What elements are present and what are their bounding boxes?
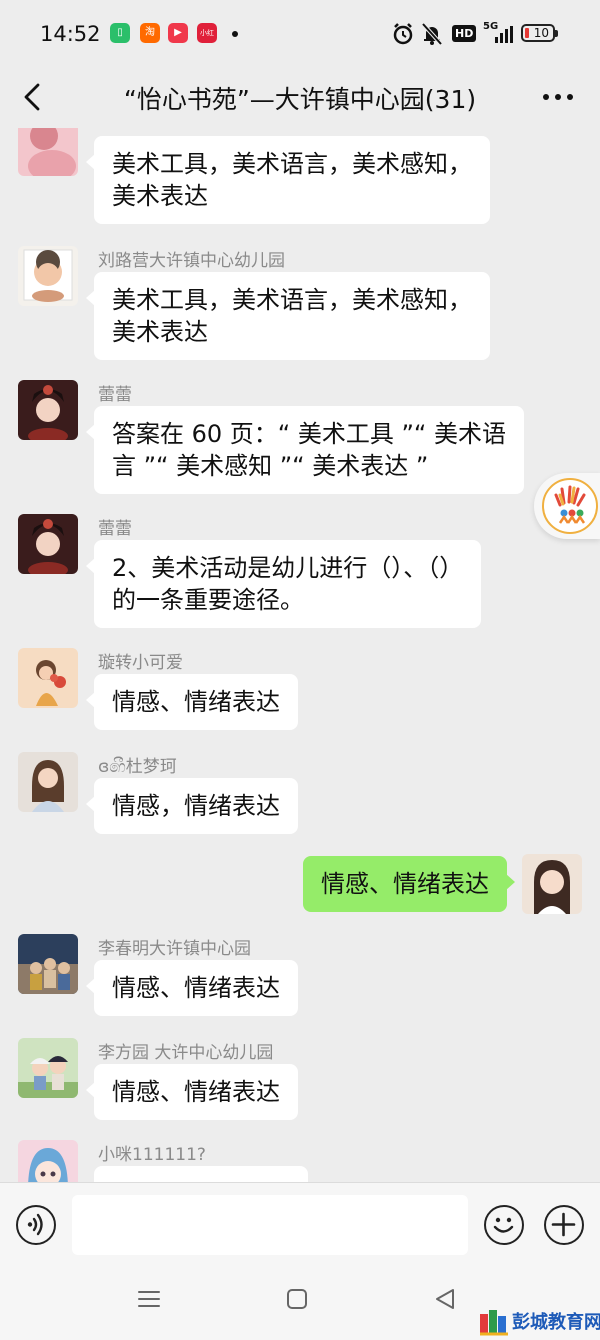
sender-name: 小咪111111? <box>98 1145 206 1165</box>
kindergarten-logo-icon <box>542 478 598 534</box>
voice-input-button[interactable] <box>16 1205 56 1245</box>
avatar[interactable] <box>18 752 78 812</box>
message-bubble[interactable]: 答案在 60 页：“ 美术工具 ”“ 美术语 言 ”“ 美术感知 ”“ 美术表达… <box>86 406 524 494</box>
message-text: 美术工具，美术语言，美术感知， 美术表达 <box>112 286 472 346</box>
watermark-text: 彭城教育网 <box>512 1312 600 1333</box>
battery-icon: 10 <box>521 24 558 42</box>
phone-app-icon: ▯ <box>110 23 130 43</box>
back-button[interactable] <box>18 80 48 114</box>
sender-name: 蕾蕾 <box>98 385 132 405</box>
video-app-icon: ▶ <box>168 23 188 43</box>
avatar[interactable] <box>18 128 78 176</box>
sender-name: 璇转小可爱 <box>98 653 183 673</box>
message-text: 2、美术活动是幼儿进行（）、（） 的一条重要途径。 <box>112 554 464 614</box>
message-text: 情感，情绪表达 <box>112 792 280 820</box>
status-bar: 14:52 ▯ 淘 ▶ 小红书 HD 5G 10 <box>0 0 600 68</box>
avatar[interactable] <box>18 246 78 306</box>
mini-program-float-button[interactable] <box>534 473 600 539</box>
mute-bell-icon <box>421 22 443 46</box>
message-bubble[interactable]: 情感，情绪表达 <box>86 778 298 834</box>
plus-icon <box>551 1212 576 1237</box>
message-bubble[interactable]: 情感、情绪表达 <box>86 960 298 1016</box>
message-bubble[interactable]: 情感、情绪表达 <box>86 1064 298 1120</box>
status-time: 14:52 <box>40 22 101 46</box>
system-nav-bar: 彭城教育网 <box>0 1268 600 1340</box>
chat-header: “怡心书苑”—大许镇中心园(31) <box>0 68 600 128</box>
avatar[interactable] <box>18 1140 78 1182</box>
message-text: 情感、情绪表达 <box>112 688 280 716</box>
signal-icon <box>495 26 513 43</box>
message-bubble[interactable] <box>94 1166 308 1182</box>
menu-nav-button[interactable] <box>136 1286 162 1312</box>
message-input[interactable] <box>72 1195 468 1255</box>
message-text: 美术工具，美术语言，美术感知， 美术表达 <box>112 150 472 210</box>
more-functions-button[interactable] <box>544 1205 584 1245</box>
emoji-button[interactable] <box>484 1205 524 1245</box>
avatar[interactable] <box>18 380 78 440</box>
avatar[interactable] <box>18 1038 78 1098</box>
site-watermark: 彭城教育网 <box>478 1306 600 1336</box>
sender-name: 刘路营大许镇中心幼儿园 <box>98 251 285 271</box>
my-avatar[interactable] <box>522 854 582 914</box>
xiaohongshu-icon: 小红书 <box>197 23 217 43</box>
input-bar <box>0 1182 600 1268</box>
message-bubble-own[interactable]: 情感、情绪表达 <box>303 856 515 912</box>
message-bubble[interactable]: 美术工具，美术语言，美术感知， 美术表达 <box>86 272 490 360</box>
message-text: 情感、情绪表达 <box>112 974 280 1002</box>
sender-name: ɞ෯杜梦珂 <box>98 757 177 777</box>
home-nav-button[interactable] <box>284 1286 310 1312</box>
chat-title: “怡心书苑”—大许镇中心园(31) <box>123 85 477 114</box>
message-bubble[interactable]: 美术工具，美术语言，美术感知， 美术表达 <box>86 136 490 224</box>
message-bubble[interactable]: 情感、情绪表达 <box>86 674 298 730</box>
message-text: 情感、情绪表达 <box>112 1078 280 1106</box>
avatar[interactable] <box>18 514 78 574</box>
message-list[interactable]: 美术工具，美术语言，美术感知， 美术表达 刘路营大许镇中心幼儿园 美术工具，美术… <box>0 128 600 1182</box>
message-text: 情感、情绪表达 <box>321 870 489 898</box>
voice-icon <box>27 1213 43 1236</box>
message-bubble[interactable]: 2、美术活动是幼儿进行（）、（） 的一条重要途径。 <box>85 540 482 628</box>
sender-name: 蕾蕾 <box>98 519 132 539</box>
avatar[interactable] <box>18 934 78 994</box>
alarm-icon <box>393 23 413 45</box>
notification-dot <box>232 31 238 37</box>
message-text: 答案在 60 页：“ 美术工具 ”“ 美术语 言 ”“ 美术感知 ”“ 美术表达… <box>112 420 506 480</box>
battery-level: 10 <box>533 26 549 40</box>
taobao-icon: 淘 <box>140 23 160 43</box>
sender-name: 李春明大许镇中心园 <box>98 939 251 959</box>
hd-icon: HD <box>452 25 477 42</box>
more-options-button[interactable] <box>538 80 578 114</box>
smiley-icon <box>493 1217 514 1233</box>
books-logo-icon <box>480 1310 508 1336</box>
sender-name: 李方园 大许中心幼儿园 <box>98 1043 274 1063</box>
back-nav-button[interactable] <box>432 1286 458 1312</box>
avatar[interactable] <box>18 648 78 708</box>
